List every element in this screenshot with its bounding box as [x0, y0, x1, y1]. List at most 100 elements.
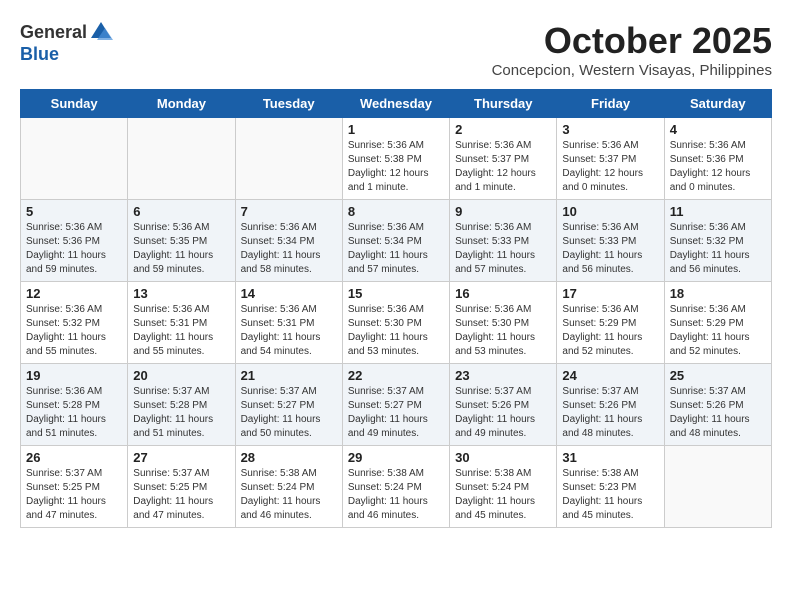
- day-info: Sunrise: 5:37 AM Sunset: 5:27 PM Dayligh…: [241, 385, 337, 441]
- day-info: Sunrise: 5:36 AM Sunset: 5:30 PM Dayligh…: [348, 303, 444, 359]
- day-info: Sunrise: 5:36 AM Sunset: 5:33 PM Dayligh…: [455, 221, 551, 277]
- calendar-cell: [235, 118, 342, 200]
- calendar-cell: 28Sunrise: 5:38 AM Sunset: 5:24 PM Dayli…: [235, 446, 342, 528]
- calendar-cell: 13 Sunrise: 5:36 AM Sunset: 5:31 PM Dayli…: [128, 282, 235, 364]
- day-number: 28: [241, 450, 337, 465]
- day-info: Sunrise: 5:36 AM Sunset: 5:32 PM Dayligh…: [26, 303, 122, 359]
- day-info: Sunrise: 5:36 AM Sunset: 5:36 PM Dayligh…: [670, 139, 766, 195]
- title-block: October 2025 Concepcion, Western Visayas…: [492, 20, 772, 79]
- day-number: 17: [562, 286, 658, 301]
- week-row-3: 12 Sunrise: 5:36 AM Sunset: 5:32 PM Dayli…: [21, 282, 772, 364]
- calendar-cell: 22Sunrise: 5:37 AM Sunset: 5:27 PM Dayli…: [342, 364, 449, 446]
- day-info: Sunrise: 5:38 AM Sunset: 5:24 PM Dayligh…: [348, 467, 444, 523]
- col-header-saturday: Saturday: [664, 90, 771, 118]
- day-number: 4: [670, 122, 766, 137]
- day-number: 6: [133, 204, 229, 219]
- month-title: October 2025: [492, 20, 772, 62]
- day-number: 7: [241, 204, 337, 219]
- day-info: Sunrise: 5:36 AM Sunset: 5:38 PM Dayligh…: [348, 139, 444, 195]
- day-info: Sunrise: 5:36 AM Sunset: 5:37 PM Dayligh…: [455, 139, 551, 195]
- day-number: 20: [133, 368, 229, 383]
- calendar-cell: 9 Sunrise: 5:36 AM Sunset: 5:33 PM Daylig…: [450, 200, 557, 282]
- col-header-friday: Friday: [557, 90, 664, 118]
- day-info: Sunrise: 5:37 AM Sunset: 5:26 PM Dayligh…: [562, 385, 658, 441]
- col-header-thursday: Thursday: [450, 90, 557, 118]
- day-info: Sunrise: 5:37 AM Sunset: 5:26 PM Dayligh…: [670, 385, 766, 441]
- logo-blue: Blue: [20, 44, 59, 65]
- logo-icon: [89, 20, 113, 44]
- day-number: 1: [348, 122, 444, 137]
- week-row-5: 26 Sunrise: 5:37 AM Sunset: 5:25 PM Dayli…: [21, 446, 772, 528]
- calendar-cell: 27 Sunrise: 5:37 AM Sunset: 5:25 PM Dayli…: [128, 446, 235, 528]
- calendar-cell: 17Sunrise: 5:36 AM Sunset: 5:29 PM Dayli…: [557, 282, 664, 364]
- day-info: Sunrise: 5:36 AM Sunset: 5:35 PM Dayligh…: [133, 221, 229, 277]
- calendar-cell: 6 Sunrise: 5:36 AM Sunset: 5:35 PM Daylig…: [128, 200, 235, 282]
- calendar-cell: [21, 118, 128, 200]
- day-number: 9: [455, 204, 551, 219]
- day-info: Sunrise: 5:37 AM Sunset: 5:28 PM Dayligh…: [133, 385, 229, 441]
- week-row-2: 5 Sunrise: 5:36 AM Sunset: 5:36 PM Daylig…: [21, 200, 772, 282]
- day-number: 23: [455, 368, 551, 383]
- header-row: SundayMondayTuesdayWednesdayThursdayFrid…: [21, 90, 772, 118]
- day-number: 29: [348, 450, 444, 465]
- calendar-cell: [128, 118, 235, 200]
- day-info: Sunrise: 5:38 AM Sunset: 5:24 PM Dayligh…: [455, 467, 551, 523]
- day-info: Sunrise: 5:38 AM Sunset: 5:23 PM Dayligh…: [562, 467, 658, 523]
- col-header-tuesday: Tuesday: [235, 90, 342, 118]
- day-number: 13: [133, 286, 229, 301]
- day-info: Sunrise: 5:36 AM Sunset: 5:36 PM Dayligh…: [26, 221, 122, 277]
- day-info: Sunrise: 5:36 AM Sunset: 5:32 PM Dayligh…: [670, 221, 766, 277]
- day-info: Sunrise: 5:36 AM Sunset: 5:34 PM Dayligh…: [348, 221, 444, 277]
- calendar-cell: 3Sunrise: 5:36 AM Sunset: 5:37 PM Daylig…: [557, 118, 664, 200]
- calendar-cell: 31Sunrise: 5:38 AM Sunset: 5:23 PM Dayli…: [557, 446, 664, 528]
- day-number: 12: [26, 286, 122, 301]
- day-info: Sunrise: 5:37 AM Sunset: 5:25 PM Dayligh…: [133, 467, 229, 523]
- calendar-table: SundayMondayTuesdayWednesdayThursdayFrid…: [20, 89, 772, 528]
- calendar-cell: 26 Sunrise: 5:37 AM Sunset: 5:25 PM Dayli…: [21, 446, 128, 528]
- day-number: 8: [348, 204, 444, 219]
- day-number: 10: [562, 204, 658, 219]
- day-info: Sunrise: 5:36 AM Sunset: 5:29 PM Dayligh…: [670, 303, 766, 359]
- calendar-cell: 25 Sunrise: 5:37 AM Sunset: 5:26 PM Dayli…: [664, 364, 771, 446]
- calendar-cell: 1 Sunrise: 5:36 AM Sunset: 5:38 PM Daylig…: [342, 118, 449, 200]
- day-number: 5: [26, 204, 122, 219]
- logo: General Blue: [20, 20, 113, 65]
- logo-general: General: [20, 22, 87, 43]
- calendar-cell: 16Sunrise: 5:36 AM Sunset: 5:30 PM Dayli…: [450, 282, 557, 364]
- day-number: 21: [241, 368, 337, 383]
- day-info: Sunrise: 5:37 AM Sunset: 5:25 PM Dayligh…: [26, 467, 122, 523]
- calendar-cell: 14Sunrise: 5:36 AM Sunset: 5:31 PM Dayli…: [235, 282, 342, 364]
- calendar-cell: [664, 446, 771, 528]
- col-header-monday: Monday: [128, 90, 235, 118]
- day-number: 25: [670, 368, 766, 383]
- calendar-cell: 11 Sunrise: 5:36 AM Sunset: 5:32 PM Dayli…: [664, 200, 771, 282]
- calendar-cell: 5 Sunrise: 5:36 AM Sunset: 5:36 PM Daylig…: [21, 200, 128, 282]
- day-number: 2: [455, 122, 551, 137]
- day-number: 14: [241, 286, 337, 301]
- day-info: Sunrise: 5:36 AM Sunset: 5:31 PM Dayligh…: [133, 303, 229, 359]
- calendar-cell: 21 Sunrise: 5:37 AM Sunset: 5:27 PM Dayli…: [235, 364, 342, 446]
- col-header-wednesday: Wednesday: [342, 90, 449, 118]
- calendar-cell: 8 Sunrise: 5:36 AM Sunset: 5:34 PM Daylig…: [342, 200, 449, 282]
- day-number: 19: [26, 368, 122, 383]
- day-number: 18: [670, 286, 766, 301]
- day-info: Sunrise: 5:36 AM Sunset: 5:33 PM Dayligh…: [562, 221, 658, 277]
- col-header-sunday: Sunday: [21, 90, 128, 118]
- day-number: 26: [26, 450, 122, 465]
- day-number: 30: [455, 450, 551, 465]
- day-number: 27: [133, 450, 229, 465]
- calendar-cell: 7 Sunrise: 5:36 AM Sunset: 5:34 PM Daylig…: [235, 200, 342, 282]
- calendar-cell: 4 Sunrise: 5:36 AM Sunset: 5:36 PM Daylig…: [664, 118, 771, 200]
- calendar-cell: 10 Sunrise: 5:36 AM Sunset: 5:33 PM Dayli…: [557, 200, 664, 282]
- calendar-cell: 12 Sunrise: 5:36 AM Sunset: 5:32 PM Dayli…: [21, 282, 128, 364]
- calendar-cell: 29 Sunrise: 5:38 AM Sunset: 5:24 PM Dayli…: [342, 446, 449, 528]
- location-subtitle: Concepcion, Western Visayas, Philippines: [492, 62, 772, 79]
- calendar-cell: 15Sunrise: 5:36 AM Sunset: 5:30 PM Dayli…: [342, 282, 449, 364]
- calendar-cell: 24 Sunrise: 5:37 AM Sunset: 5:26 PM Dayli…: [557, 364, 664, 446]
- day-number: 3: [562, 122, 658, 137]
- day-info: Sunrise: 5:36 AM Sunset: 5:34 PM Dayligh…: [241, 221, 337, 277]
- day-number: 11: [670, 204, 766, 219]
- week-row-1: 1 Sunrise: 5:36 AM Sunset: 5:38 PM Daylig…: [21, 118, 772, 200]
- calendar-cell: 20 Sunrise: 5:37 AM Sunset: 5:28 PM Dayli…: [128, 364, 235, 446]
- day-number: 24: [562, 368, 658, 383]
